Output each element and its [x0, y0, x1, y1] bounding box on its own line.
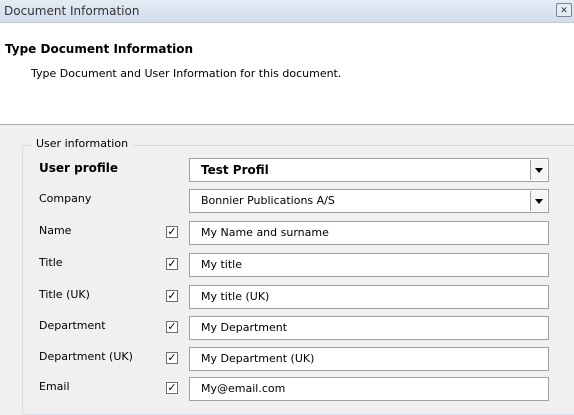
- check-icon: ✓: [167, 381, 177, 394]
- title-uk-checkbox[interactable]: ✓: [166, 290, 178, 302]
- title-checkbox[interactable]: ✓: [166, 258, 178, 270]
- title-bar: Document Information ✕: [0, 0, 574, 23]
- email-label: Email: [39, 380, 70, 393]
- user-profile-value: Test Profil: [201, 163, 269, 177]
- email-value: My@email.com: [201, 382, 286, 395]
- header-panel: Type Document Information Type Document …: [0, 23, 574, 125]
- department-checkbox[interactable]: ✓: [166, 321, 178, 333]
- title-field[interactable]: My title: [189, 253, 549, 277]
- company-label: Company: [39, 192, 92, 205]
- check-icon: ✓: [167, 320, 177, 333]
- name-field[interactable]: My Name and surname: [189, 221, 549, 245]
- header-subtitle: Type Document and User Information for t…: [31, 67, 342, 80]
- group-legend: User information: [32, 137, 133, 150]
- name-label: Name: [39, 224, 72, 237]
- email-checkbox[interactable]: ✓: [166, 382, 178, 394]
- check-icon: ✓: [167, 225, 177, 238]
- department-label: Department: [39, 319, 106, 332]
- chevron-down-icon: [535, 168, 543, 173]
- email-field[interactable]: My@email.com: [189, 377, 549, 401]
- close-icon: ✕: [560, 6, 568, 16]
- company-value: Bonnier Publications A/S: [201, 194, 335, 207]
- title-uk-field[interactable]: My title (UK): [189, 285, 549, 309]
- window-title: Document Information: [4, 4, 140, 18]
- department-uk-field[interactable]: My Department (UK): [189, 347, 549, 371]
- check-icon: ✓: [167, 351, 177, 364]
- title-uk-value: My title (UK): [201, 290, 270, 303]
- name-value: My Name and surname: [201, 226, 329, 239]
- check-icon: ✓: [167, 257, 177, 270]
- user-information-group: [22, 145, 574, 415]
- company-dropdown[interactable]: Bonnier Publications A/S: [189, 189, 549, 213]
- dropdown-arrow-button[interactable]: [530, 191, 547, 211]
- title-label: Title: [39, 256, 63, 269]
- department-field[interactable]: My Department: [189, 316, 549, 340]
- user-profile-dropdown[interactable]: Test Profil: [189, 158, 549, 182]
- department-value: My Department: [201, 321, 288, 334]
- department-uk-checkbox[interactable]: ✓: [166, 352, 178, 364]
- dropdown-arrow-button[interactable]: [530, 160, 547, 180]
- chevron-down-icon: [535, 199, 543, 204]
- department-uk-value: My Department (UK): [201, 352, 315, 365]
- name-checkbox[interactable]: ✓: [166, 226, 178, 238]
- title-value: My title: [201, 258, 243, 271]
- header-title: Type Document Information: [5, 42, 194, 56]
- user-profile-label: User profile: [39, 161, 119, 175]
- department-uk-label: Department (UK): [39, 350, 133, 363]
- check-icon: ✓: [167, 289, 177, 302]
- close-button[interactable]: ✕: [556, 3, 572, 17]
- title-uk-label: Title (UK): [39, 288, 90, 301]
